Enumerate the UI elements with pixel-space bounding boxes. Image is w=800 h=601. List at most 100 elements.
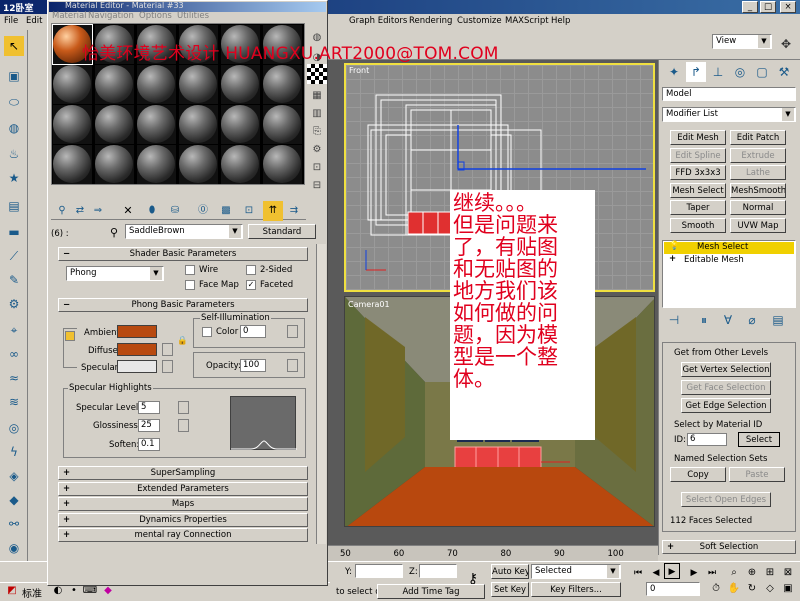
material-slot[interactable]: [95, 65, 134, 104]
specular-swatch[interactable]: [117, 360, 157, 373]
get-edge-selection-button[interactable]: Get Edge Selection: [681, 398, 771, 413]
pick-material-icon[interactable]: ⚲: [104, 223, 124, 243]
cylinder-icon[interactable]: ⬭: [4, 92, 24, 112]
phong-rollout[interactable]: − Phong Basic Parameters: [58, 298, 308, 312]
selected-dropdown[interactable]: Selected ▼: [531, 564, 621, 579]
key-filters-button[interactable]: Key Filters...: [531, 582, 621, 597]
show-end-result-icon[interactable]: ⏸: [694, 310, 714, 330]
menu-rendering[interactable]: Rendering: [409, 16, 452, 26]
reset-map-icon[interactable]: ✕: [118, 201, 138, 221]
parameters-scrollbar[interactable]: [316, 244, 326, 544]
stack-item-editable-mesh[interactable]: Editable Mesh: [684, 255, 744, 265]
put-to-scene-icon[interactable]: ⇄: [70, 201, 90, 221]
modifier-button-edit-patch[interactable]: Edit Patch: [730, 130, 786, 145]
play-icon[interactable]: ▶: [664, 563, 680, 579]
menu-graph-editors[interactable]: Graph Editors: [349, 16, 407, 26]
pipe-icon[interactable]: ⟋: [4, 246, 24, 266]
get-vertex-selection-button[interactable]: Get Vertex Selection: [681, 362, 771, 377]
wrench-icon[interactable]: ✎: [4, 270, 24, 290]
go-to-parent-icon[interactable]: ⇈: [263, 201, 283, 221]
two-sided-checkbox[interactable]: [246, 265, 256, 275]
modifier-button-edit-spline[interactable]: Edit Spline: [670, 147, 726, 163]
move-icon[interactable]: ✥: [776, 34, 796, 54]
maximize-button[interactable]: □: [760, 1, 776, 13]
material-type-button[interactable]: Standard: [248, 224, 316, 239]
self-illum-color-checkbox[interactable]: [202, 327, 212, 337]
modifier-list-dropdown[interactable]: Modifier List ▼: [662, 107, 796, 122]
wave-icon[interactable]: ≈: [4, 368, 24, 388]
material-slot[interactable]: [263, 145, 302, 184]
wire-checkbox[interactable]: [185, 265, 195, 275]
ime-icon[interactable]: ◩: [2, 581, 22, 601]
modifier-button-taper[interactable]: Taper: [670, 200, 726, 216]
material-slot[interactable]: [221, 65, 260, 104]
hierarchy-tab-icon[interactable]: ⊥: [708, 62, 728, 82]
material-slot[interactable]: [221, 105, 260, 144]
motion-tab-icon[interactable]: ◎: [730, 62, 750, 82]
material-slot[interactable]: [179, 65, 218, 104]
opacity-map-button[interactable]: [287, 359, 298, 372]
display-tab-icon[interactable]: ▢: [752, 62, 772, 82]
show-end-result-me-icon[interactable]: ⊡: [239, 201, 259, 221]
background-checker-icon[interactable]: [307, 64, 327, 84]
maximize-viewport-icon[interactable]: ▣: [778, 579, 798, 599]
rollout-maps[interactable]: + Maps: [58, 497, 308, 511]
make-copy-icon[interactable]: ⬮: [142, 201, 162, 221]
diffuse-map-button[interactable]: [162, 343, 173, 356]
video-check-icon[interactable]: ▥: [307, 104, 327, 124]
material-effects-icon[interactable]: ⓪: [193, 201, 213, 221]
copy-button[interactable]: Copy: [670, 467, 726, 482]
shader-type-dropdown[interactable]: Phong ▼: [66, 266, 164, 281]
material-slot[interactable]: [137, 105, 176, 144]
select-arrow-icon[interactable]: ↖: [4, 36, 24, 56]
orbit-icon[interactable]: ↻: [742, 579, 762, 599]
material-slot[interactable]: [221, 145, 260, 184]
self-illum-spinner[interactable]: 0: [240, 325, 266, 338]
pan-icon[interactable]: ✋: [724, 579, 744, 599]
modifier-button-extrude[interactable]: Extrude: [730, 147, 786, 163]
uv-tiling-icon[interactable]: ▦: [307, 86, 327, 106]
utilities-tab-icon[interactable]: ⚒: [774, 62, 794, 82]
material-slot[interactable]: [95, 105, 134, 144]
modifier-button-edit-mesh[interactable]: Edit Mesh: [670, 130, 726, 145]
ambient-swatch[interactable]: [117, 325, 157, 338]
fov-icon[interactable]: ◇: [760, 579, 780, 599]
select-open-edges-button[interactable]: Select Open Edges: [681, 492, 771, 507]
y-coord-field[interactable]: [355, 564, 403, 578]
material-slot[interactable]: [53, 145, 92, 184]
rollout-dynamics-properties[interactable]: + Dynamics Properties: [58, 512, 308, 527]
modifier-button-meshsmooth[interactable]: MeshSmooth: [730, 182, 786, 198]
frame-field[interactable]: 0: [646, 582, 700, 596]
object-name-field[interactable]: Model: [662, 87, 796, 101]
glossiness-spinner[interactable]: 25: [138, 419, 160, 432]
select-by-material-icon[interactable]: ⊡: [307, 158, 327, 178]
rollout-mental-ray-connection[interactable]: + mental ray Connection: [58, 528, 308, 542]
bolt-icon[interactable]: ϟ: [4, 442, 24, 462]
bone-icon[interactable]: ⚯: [4, 514, 24, 534]
pin-stack-icon[interactable]: ⊣: [664, 310, 684, 330]
material-navigator-icon[interactable]: ⊟: [307, 176, 327, 196]
options-icon[interactable]: ⚙: [307, 140, 327, 160]
modifier-button-mesh-select[interactable]: Mesh Select: [670, 182, 726, 198]
menu-customize[interactable]: Customize: [457, 16, 502, 26]
menu-maxscript[interactable]: MAXScript: [505, 16, 549, 26]
faceted-checkbox[interactable]: ✓: [246, 280, 256, 290]
modifier-button-smooth[interactable]: Smooth: [670, 218, 726, 233]
paste-button[interactable]: Paste: [729, 467, 785, 482]
diffuse-swatch[interactable]: [117, 343, 157, 356]
link-icon[interactable]: ∞: [4, 344, 24, 364]
sphere-icon[interactable]: ◍: [4, 118, 24, 138]
goto-start-icon[interactable]: ⏮: [628, 563, 648, 583]
self-illum-map-button[interactable]: [287, 325, 298, 338]
material-id-spinner[interactable]: 6: [687, 433, 727, 446]
spec-level-map-button[interactable]: [178, 401, 189, 414]
go-forward-icon[interactable]: ⇉: [284, 201, 304, 221]
remove-modifier-icon[interactable]: ⌀: [742, 310, 762, 330]
material-slot[interactable]: [137, 65, 176, 104]
material-slot[interactable]: [263, 65, 302, 104]
stairs-icon[interactable]: ▤: [4, 196, 24, 216]
face-map-checkbox[interactable]: [185, 280, 195, 290]
me-menu-utilities[interactable]: Utilities: [177, 11, 209, 21]
get-face-selection-button[interactable]: Get Face Selection: [681, 380, 771, 395]
modify-tab-icon[interactable]: ↱: [686, 62, 706, 82]
